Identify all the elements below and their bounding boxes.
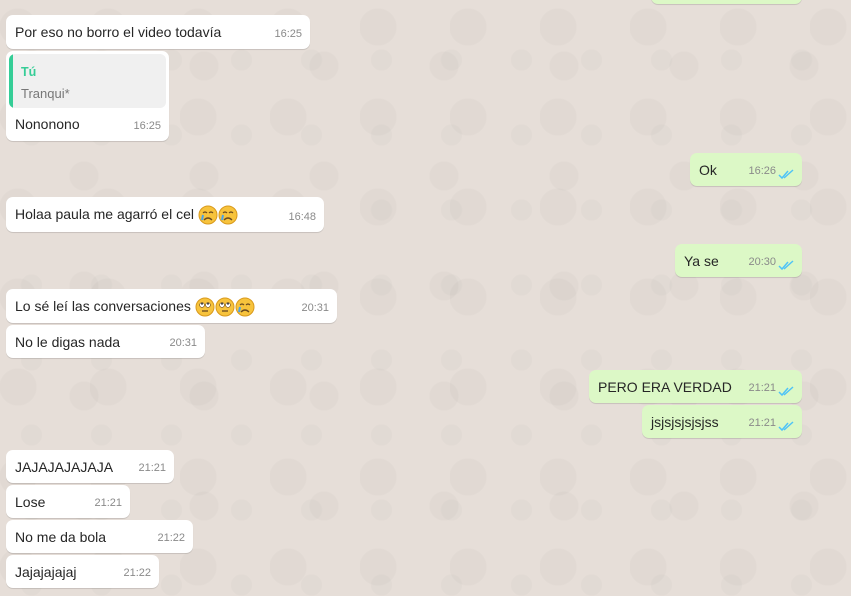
outgoing-message[interactable]: Ok 16:26	[690, 153, 802, 186]
quote-text: Tranqui*	[21, 86, 70, 101]
double-check-icon	[778, 386, 794, 397]
incoming-message[interactable]: No le digas nada 20:31	[6, 325, 205, 358]
crying-emoji	[218, 205, 238, 225]
double-check-icon	[778, 421, 794, 432]
quote-accent-bar	[9, 54, 13, 108]
outgoing-message[interactable]: jsjsjsjsjsjss 21:21	[642, 405, 802, 438]
message-text: Holaa paula me agarró el cel	[15, 206, 194, 222]
incoming-message[interactable]: Jajajajajaj 21:22	[6, 555, 159, 588]
incoming-message[interactable]: No me da bola 21:22	[6, 520, 193, 553]
outgoing-message-partial[interactable]	[651, 0, 802, 4]
message-text: jsjsjsjsjsjss	[651, 414, 719, 430]
quoted-message[interactable]: Tú Tranqui*	[9, 54, 166, 108]
message-text: No me da bola	[15, 529, 107, 545]
message-time: 16:25	[133, 120, 161, 132]
message-time: 21:22	[157, 532, 185, 544]
message-text: JAJAJAJAJAJA	[15, 459, 114, 475]
message-time: 20:30	[748, 256, 776, 268]
message-time: 21:21	[94, 497, 122, 509]
outgoing-message[interactable]: Ya se 20:30	[675, 244, 802, 277]
outgoing-message[interactable]: PERO ERA VERDAD 21:21	[589, 370, 802, 403]
quote-author: Tú	[21, 65, 37, 79]
message-time: 20:31	[301, 302, 329, 314]
incoming-message[interactable]: Por eso no borro el video todavía 16:25	[6, 15, 310, 49]
message-time: 21:22	[123, 567, 151, 579]
message-time: 21:21	[748, 382, 776, 394]
crying-emoji	[198, 205, 218, 225]
message-content: Lo sé leí las conversaciones	[15, 297, 255, 317]
message-time: 16:25	[274, 28, 302, 40]
message-time: 16:48	[288, 211, 316, 223]
message-text: Lose	[15, 494, 46, 510]
message-time: 20:31	[169, 337, 197, 349]
message-text: Ya se	[684, 253, 719, 269]
incoming-message[interactable]: Holaa paula me agarró el cel 16:48	[6, 197, 324, 232]
message-text: No le digas nada	[15, 334, 121, 350]
crying-emoji	[235, 297, 255, 317]
message-text: Lo sé leí las conversaciones	[15, 298, 191, 314]
incoming-message[interactable]: JAJAJAJAJAJA 21:21	[6, 450, 174, 483]
incoming-message[interactable]: Lose 21:21	[6, 485, 130, 518]
message-text: Nononono	[15, 116, 80, 132]
message-text: PERO ERA VERDAD	[598, 379, 732, 395]
incoming-message[interactable]: Lo sé leí las conversaciones 20:31	[6, 289, 337, 323]
message-time: 21:21	[748, 417, 776, 429]
eye-roll-emoji	[215, 297, 235, 317]
message-time: 16:26	[748, 165, 776, 177]
message-text: Por eso no borro el video todavía	[15, 24, 222, 40]
eye-roll-emoji	[195, 297, 215, 317]
incoming-message-reply[interactable]: Tú Tranqui* Nononono 16:25	[6, 51, 169, 141]
message-content: Holaa paula me agarró el cel	[15, 205, 238, 225]
double-check-icon	[778, 169, 794, 180]
message-text: Jajajajajaj	[15, 564, 77, 580]
message-time: 21:21	[138, 462, 166, 474]
message-text: Ok	[699, 162, 717, 178]
double-check-icon	[778, 260, 794, 271]
